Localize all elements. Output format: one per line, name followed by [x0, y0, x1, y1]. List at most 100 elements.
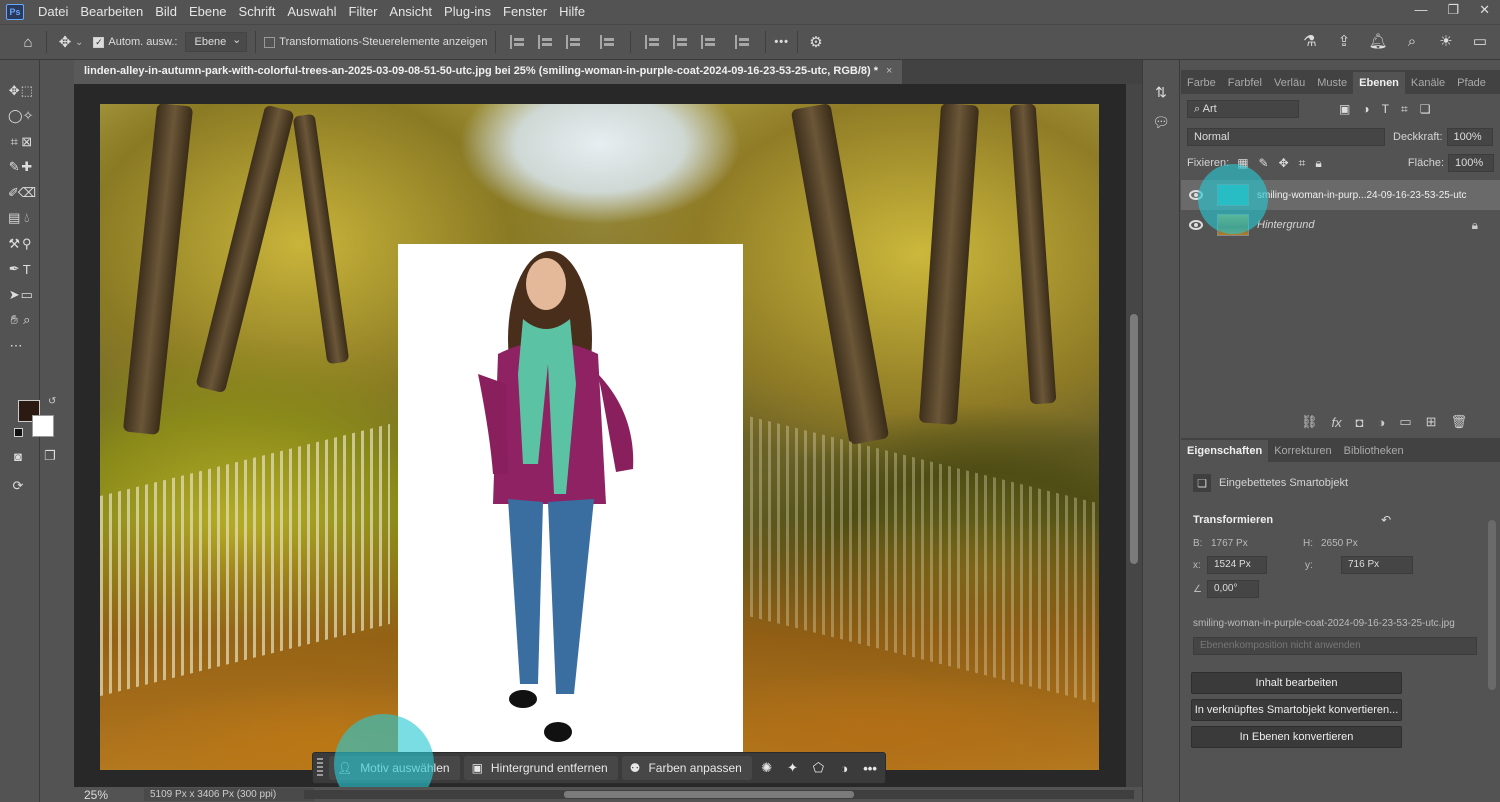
tab-eigenschaften[interactable]: Eigenschaften	[1181, 440, 1269, 462]
home-icon[interactable]: ⌂	[18, 32, 38, 52]
fx-icon[interactable]: fx	[1332, 415, 1342, 430]
zoom-level-field[interactable]: 25%	[74, 788, 120, 802]
x-field[interactable]: 1524 Px	[1207, 556, 1267, 574]
woman-smart-object-layer[interactable]	[398, 244, 743, 770]
settings-gear-icon[interactable]: ⚙	[806, 32, 826, 52]
lock-pixels-icon[interactable]: ✎	[1259, 156, 1269, 170]
visibility-eye-icon[interactable]	[1189, 220, 1203, 230]
close-window-button[interactable]: ✕	[1479, 2, 1490, 18]
mask-icon[interactable]: ◑	[833, 757, 855, 779]
convert-to-layers-button[interactable]: In Ebenen konvertieren	[1191, 726, 1402, 748]
vertical-scroll-thumb[interactable]	[1130, 314, 1138, 564]
adjust-icon[interactable]: ✺	[756, 757, 778, 779]
frame-tool-icon[interactable]: ⊠	[21, 134, 34, 150]
auto-select-target-dropdown[interactable]: Ebene	[185, 32, 248, 52]
match-colors-button[interactable]: ⚉ Farben anpassen	[621, 756, 752, 780]
auto-select-checkbox[interactable]: ✓	[93, 36, 105, 48]
hand-tool-icon[interactable]: ✋︎	[8, 312, 21, 328]
move-tool-icon[interactable]: ✥	[55, 32, 75, 52]
filter-type-icon[interactable]: T	[1382, 102, 1389, 116]
layer-comp-dropdown[interactable]: Ebenenkomposition nicht anwenden	[1193, 637, 1477, 655]
y-field[interactable]: 716 Px	[1341, 556, 1413, 574]
remove-background-button[interactable]: ▣ Hintergrund entfernen	[463, 756, 618, 780]
convert-to-linked-button[interactable]: In verknüpftes Smartobjekt konvertieren.…	[1191, 699, 1402, 721]
clone-stamp-icon[interactable]: ⚒	[8, 236, 21, 252]
group-folder-icon[interactable]: ▭	[1399, 414, 1411, 430]
fill-field[interactable]: 100%	[1448, 154, 1494, 172]
bell-icon[interactable]: 🔔︎	[1368, 31, 1388, 51]
crop-tool-icon[interactable]: ⌗	[8, 134, 21, 150]
transform-controls-checkbox[interactable]	[264, 36, 276, 48]
horizontal-scroll-thumb[interactable]	[564, 791, 854, 798]
menu-fenster[interactable]: Fenster	[497, 0, 553, 24]
filter-smart-object-icon[interactable]: ❏	[1420, 102, 1431, 116]
tool-preset-chevron-icon[interactable]: ⌄	[75, 37, 83, 48]
layer-filter-dropdown[interactable]: ⌕ Art	[1187, 100, 1299, 118]
properties-scrollbar[interactable]	[1488, 520, 1496, 690]
tab-kanaele[interactable]: Kanäle	[1405, 72, 1451, 94]
transform-icon[interactable]: ⬠	[808, 757, 830, 779]
select-subject-button[interactable]: 👤︎ Motiv auswählen	[328, 756, 460, 780]
comments-icon[interactable]: 💬︎	[1151, 112, 1171, 132]
visibility-eye-icon[interactable]	[1189, 190, 1203, 200]
swap-colors-icon[interactable]: ↺	[48, 396, 56, 407]
lock-artboard-icon[interactable]: ⌗	[1299, 156, 1306, 171]
distribute-icon[interactable]	[600, 35, 616, 49]
menu-plugins[interactable]: Plug-ins	[438, 0, 497, 24]
align-middle-icon[interactable]	[673, 35, 689, 49]
tab-muster[interactable]: Muste	[1311, 72, 1353, 94]
tab-pfade[interactable]: Pfade	[1451, 72, 1492, 94]
eraser-icon[interactable]: ⌫	[18, 185, 36, 201]
tab-farbe[interactable]: Farbe	[1181, 72, 1222, 94]
align-bottom-icon[interactable]	[701, 35, 717, 49]
menu-auswahl[interactable]: Auswahl	[281, 0, 342, 24]
magic-wand-icon[interactable]: ✧	[23, 108, 34, 124]
menu-filter[interactable]: Filter	[343, 0, 384, 24]
minimize-button[interactable]: —	[1414, 2, 1427, 18]
horizontal-scrollbar[interactable]	[304, 790, 1134, 799]
lasso-tool-icon[interactable]: ◯	[8, 108, 23, 124]
menu-bearbeiten[interactable]: Bearbeiten	[74, 0, 149, 24]
layer-row-woman[interactable]: smiling-woman-in-purp...24-09-16-23-53-2…	[1181, 180, 1500, 210]
menu-ansicht[interactable]: Ansicht	[383, 0, 438, 24]
search-icon[interactable]: ⌕	[1402, 31, 1422, 51]
edit-contents-button[interactable]: Inhalt bearbeiten	[1191, 672, 1402, 694]
lock-position-icon[interactable]: ✥	[1279, 156, 1289, 170]
menu-bild[interactable]: Bild	[149, 0, 183, 24]
eyedropper-icon[interactable]: ✎	[8, 159, 21, 175]
quick-mask-icon[interactable]: ◙	[10, 448, 26, 464]
taskbar-drag-handle[interactable]	[317, 758, 323, 778]
filter-adjustment-icon[interactable]: ◑	[1362, 102, 1369, 116]
align-center-icon[interactable]	[538, 35, 554, 49]
add-mask-icon[interactable]: ◘	[1356, 415, 1364, 430]
lock-all-icon[interactable]: 🔒︎	[1315, 156, 1321, 171]
distribute-vertical-icon[interactable]	[735, 35, 751, 49]
align-left-icon[interactable]	[510, 35, 526, 49]
tab-korrekturen[interactable]: Korrekturen	[1268, 440, 1337, 462]
flask-icon[interactable]: ⚗	[1300, 31, 1320, 51]
lightbulb-icon[interactable]: ☀	[1436, 31, 1456, 51]
tab-ebenen[interactable]: Ebenen	[1353, 72, 1405, 94]
align-top-icon[interactable]	[645, 35, 661, 49]
adjustment-layer-icon[interactable]: ◑	[1378, 415, 1386, 430]
tab-bibliotheken[interactable]: Bibliotheken	[1338, 440, 1410, 462]
more-tools-icon[interactable]: ⋯	[8, 338, 24, 354]
history-icon[interactable]: ⇅	[1151, 82, 1171, 102]
align-right-icon[interactable]	[566, 35, 582, 49]
restore-button[interactable]: ❐	[1447, 2, 1459, 18]
vertical-scrollbar[interactable]	[1126, 84, 1142, 787]
workspace-icon[interactable]: ▭	[1470, 31, 1490, 51]
menu-ebene[interactable]: Ebene	[183, 0, 233, 24]
rectangle-tool-icon[interactable]: ▭	[21, 287, 34, 303]
taskbar-more-button[interactable]: •••	[859, 757, 881, 779]
reset-transform-icon[interactable]: ↶	[1381, 513, 1391, 527]
close-tab-icon[interactable]: ×	[886, 65, 892, 84]
gradient-tool-icon[interactable]: ▤	[8, 210, 21, 226]
move-tool-icon[interactable]: ✥	[8, 83, 21, 99]
canvas-area[interactable]	[74, 84, 1126, 787]
blend-mode-dropdown[interactable]: Normal	[1187, 128, 1385, 146]
menu-hilfe[interactable]: Hilfe	[553, 0, 591, 24]
filter-shape-icon[interactable]: ⌗	[1401, 102, 1408, 117]
menu-schrift[interactable]: Schrift	[233, 0, 282, 24]
sparkle-icon[interactable]: ✦	[782, 757, 804, 779]
